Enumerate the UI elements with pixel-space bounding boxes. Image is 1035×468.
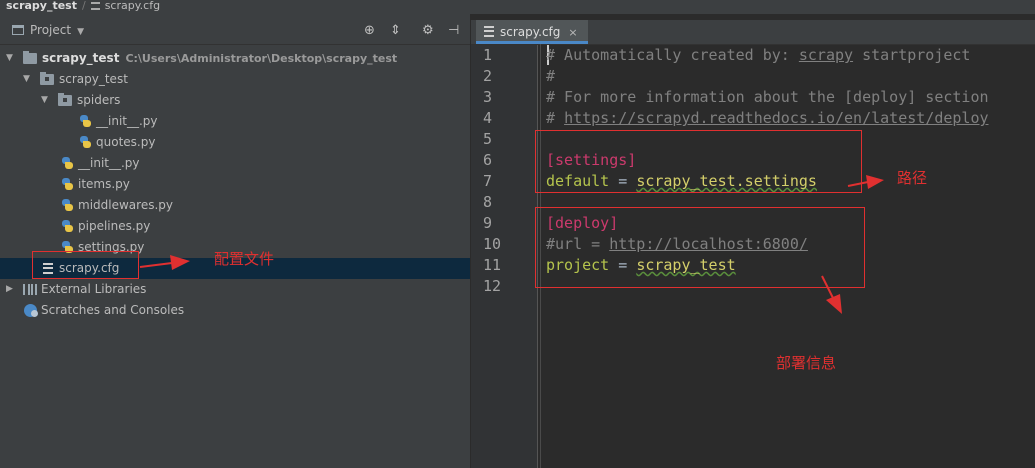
package-icon [58,93,72,106]
tree-item-file[interactable]: __init__.py [0,111,470,132]
tree-item-external-libraries[interactable]: ▶ External Libraries [0,279,470,300]
locate-icon[interactable]: ⊕ [364,23,375,38]
line-number: 2 [483,67,493,85]
config-file-icon [90,2,100,10]
editor-tab-label: scrapy.cfg [500,25,561,39]
breadcrumb-file[interactable]: scrapy.cfg [105,0,160,12]
line-number: 10 [483,235,502,253]
folder-icon [23,51,37,64]
python-file-icon [79,136,92,149]
tree-item-spiders[interactable]: ▼ spiders [0,90,470,111]
tree-item-file[interactable]: items.py [0,174,470,195]
hide-icon[interactable]: ⊣ [448,23,459,38]
line-number: 4 [483,109,493,127]
python-file-icon [79,115,92,128]
collapse-icon[interactable]: ⇕ [390,23,401,38]
expand-arrow-icon[interactable]: ▶ [6,279,13,300]
tree-item-scratches[interactable]: Scratches and Consoles [0,300,470,321]
line-number: 5 [483,130,493,148]
annotation-deploy-info: 部署信息 [776,354,837,372]
tree-item-label: pipelines.py [78,219,151,233]
line-number: 8 [483,193,493,211]
code-line-4: # https://scrapyd.readthedocs.io/en/late… [546,109,989,127]
python-file-icon [61,199,74,212]
close-icon[interactable]: × [568,26,577,39]
expand-arrow-icon[interactable]: ▼ [41,90,48,111]
annotation-box-config [32,251,139,279]
tree-item-file[interactable]: middlewares.py [0,195,470,216]
library-icon [23,284,37,295]
tree-item-package[interactable]: ▼ scrapy_test [0,69,470,90]
scratches-icon [24,304,38,317]
annotation-path: 路径 [897,169,928,187]
editor-tab[interactable]: scrapy.cfg × [476,20,588,44]
package-icon [40,72,54,85]
comment-text: # [546,109,565,127]
tree-item-root[interactable]: ▼ scrapy_test C:\Users\Administrator\Desk… [0,48,470,69]
python-file-icon [61,220,74,233]
line-number: 9 [483,214,493,232]
annotation-config-file: 配置文件 [214,250,275,268]
tree-item-label: Scratches and Consoles [41,303,185,317]
editor-tab-bar: scrapy.cfg × [471,20,1035,45]
breadcrumb-project[interactable]: scrapy_test [6,0,77,12]
project-window-icon [12,25,24,35]
python-file-icon [61,157,74,170]
line-number: 3 [483,88,493,106]
project-toolbar: Project ▼ ⊕ ⇕ ⚙ ⊣ [0,20,470,45]
tree-item-file[interactable]: __init__.py [0,153,470,174]
tree-item-label: items.py [78,177,130,191]
code-line-1: # Automatically created by: scrapy start… [546,46,970,64]
comment-text: # Automatically created by: [546,46,799,64]
breadcrumb-separator: / [81,0,86,12]
line-number: 12 [483,277,502,295]
config-file-icon [484,26,494,37]
line-number: 7 [483,172,493,190]
tree-item-label: spiders [77,93,121,107]
tree-item-label: External Libraries [41,282,147,296]
code-line-2: # [546,67,556,85]
comment-text: startproject [853,46,971,64]
annotation-box-settings [535,130,862,193]
tree-item-label: __init__.py [78,156,140,170]
line-number: 11 [483,256,502,274]
code-line-3: # For more information about the [deploy… [546,88,989,106]
comment-link[interactable]: https://scrapyd.readthedocs.io/en/latest… [564,109,988,127]
tree-item-file[interactable]: pipelines.py [0,216,470,237]
breadcrumb: scrapy_test / scrapy.cfg [0,0,1035,14]
chevron-down-icon: ▼ [77,27,84,37]
python-file-icon [61,178,74,191]
annotation-box-deploy [535,207,865,288]
project-title: Project [30,23,72,37]
tree-item-label: __init__.py [96,114,158,128]
tree-item-path: C:\Users\Administrator\Desktop\scrapy_te… [125,52,398,65]
tree-item-label: quotes.py [96,135,156,149]
project-panel: Project ▼ ⊕ ⇕ ⚙ ⊣ ▼ scrapy_test C:\Users\A… [0,14,471,468]
tree-item-label: scrapy_test [42,51,120,65]
line-number: 6 [483,151,493,169]
expand-arrow-icon[interactable]: ▼ [23,69,30,90]
expand-arrow-icon[interactable]: ▼ [6,48,13,69]
project-view-selector[interactable]: Project ▼ [12,23,84,37]
tree-item-file[interactable]: quotes.py [0,132,470,153]
settings-icon[interactable]: ⚙ [422,23,434,38]
tree-item-label: middlewares.py [78,198,173,212]
comment-word: scrapy [798,46,854,64]
tree-item-label: scrapy_test [59,72,128,86]
line-number: 1 [483,46,493,64]
